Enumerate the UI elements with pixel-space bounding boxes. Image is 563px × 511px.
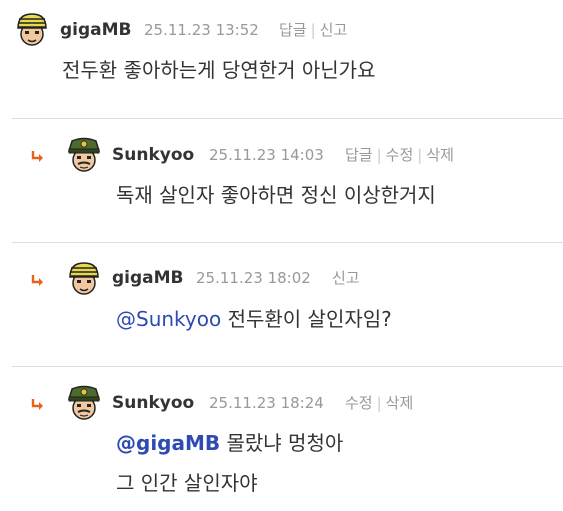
comment-text-line: 그 인간 살인자야: [116, 471, 258, 495]
comment-actions: 답글 | 신고: [279, 20, 347, 40]
edit-link[interactable]: 수정: [386, 146, 414, 164]
comment-actions: 신고: [332, 268, 360, 288]
report-link[interactable]: 신고: [320, 21, 348, 39]
delete-link[interactable]: 삭제: [426, 146, 454, 164]
report-link[interactable]: 신고: [332, 269, 360, 287]
separator: |: [310, 21, 316, 39]
comment-3: gigaMB 25.11.23 18:02 신고 @Sunkyoo 전두환이 살…: [0, 243, 563, 366]
reply-arrow-icon: [31, 398, 45, 410]
comment-text-line: 몰랐냐 멍청아: [226, 431, 344, 455]
comment-date: 25.11.23 18:02: [196, 269, 311, 287]
comment-body: 전두환 좋아하는게 당연한거 아닌가요: [62, 50, 375, 90]
comment-body: @Sunkyoo 전두환이 살인자임?: [116, 299, 392, 339]
reply-link[interactable]: 답글: [345, 146, 373, 164]
edit-link[interactable]: 수정: [345, 394, 373, 412]
comment-text-line: 전두환이 살인자임?: [227, 307, 392, 331]
comment-1: gigaMB 25.11.23 13:52 답글 | 신고 전두환 좋아하는게 당연…: [0, 0, 563, 110]
reply-arrow-icon: [31, 274, 45, 286]
general-avatar-icon[interactable]: [64, 135, 104, 175]
comment-body: 독재 살인자 좋아하면 정신 이상한거지: [116, 175, 436, 215]
reply-link[interactable]: 답글: [279, 21, 307, 39]
comment-4: Sunkyoo 25.11.23 18:24 수정 | 삭제 @gigaMB 몰랐냐…: [0, 367, 563, 511]
helmet-avatar-icon[interactable]: [64, 259, 104, 299]
separator: |: [376, 146, 382, 164]
reply-arrow-icon: [31, 150, 45, 162]
comment-body-line-2: 그 인간 살인자야: [116, 463, 258, 503]
separator: |: [376, 394, 382, 412]
comment-text-line: 전두환 좋아하는게 당연한거 아닌가요: [62, 58, 376, 82]
comment-date: 25.11.23 13:52: [144, 21, 259, 39]
comment-author[interactable]: gigaMB: [112, 268, 184, 288]
comment-author[interactable]: gigaMB: [60, 20, 132, 40]
comment-actions: 답글 | 수정 | 삭제: [345, 145, 454, 165]
comment-date: 25.11.23 18:24: [209, 394, 324, 412]
separator: |: [417, 146, 423, 164]
general-avatar-icon[interactable]: [64, 383, 104, 423]
helmet-avatar-icon[interactable]: [12, 10, 52, 50]
comment-author[interactable]: Sunkyoo: [112, 145, 194, 165]
comment-text-line: 독재 살인자 좋아하면 정신 이상한거지: [116, 183, 436, 207]
comment-author[interactable]: Sunkyoo: [112, 393, 194, 413]
comment-2: Sunkyoo 25.11.23 14:03 답글 | 수정 | 삭제 독재 살인자 좋…: [0, 119, 563, 242]
comment-date: 25.11.23 14:03: [209, 146, 324, 164]
comment-body: @gigaMB 몰랐냐 멍청아: [116, 423, 343, 463]
comment-actions: 수정 | 삭제: [345, 393, 413, 413]
mention-link[interactable]: @gigaMB: [116, 431, 220, 455]
delete-link[interactable]: 삭제: [386, 394, 414, 412]
mention-link[interactable]: @Sunkyoo: [116, 307, 221, 331]
